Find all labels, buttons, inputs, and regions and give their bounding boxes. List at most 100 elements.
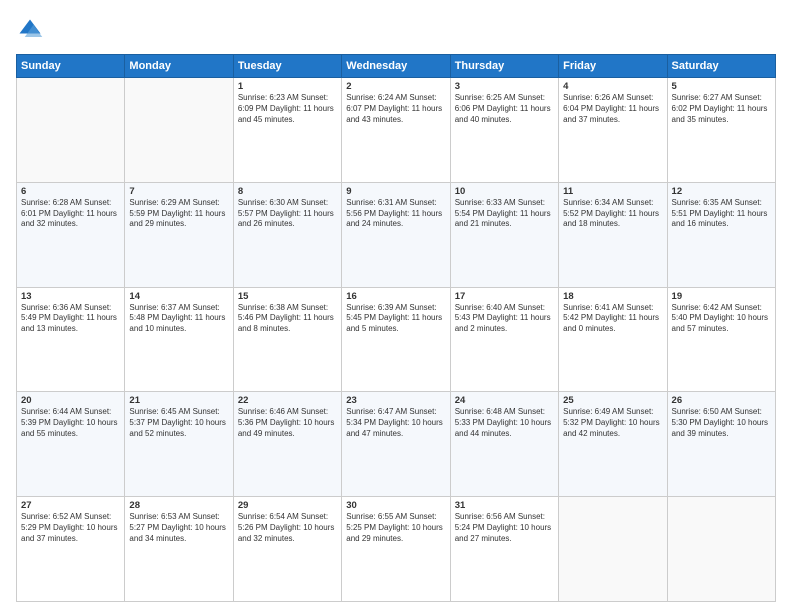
day-number: 20 xyxy=(21,395,120,406)
day-info: Sunrise: 6:55 AM Sunset: 5:25 PM Dayligh… xyxy=(346,512,445,544)
calendar-cell: 15Sunrise: 6:38 AM Sunset: 5:46 PM Dayli… xyxy=(233,287,341,392)
day-info: Sunrise: 6:33 AM Sunset: 5:54 PM Dayligh… xyxy=(455,198,554,230)
calendar-cell: 19Sunrise: 6:42 AM Sunset: 5:40 PM Dayli… xyxy=(667,287,775,392)
calendar-cell: 4Sunrise: 6:26 AM Sunset: 6:04 PM Daylig… xyxy=(559,78,667,183)
day-info: Sunrise: 6:27 AM Sunset: 6:02 PM Dayligh… xyxy=(672,93,771,125)
day-info: Sunrise: 6:54 AM Sunset: 5:26 PM Dayligh… xyxy=(238,512,337,544)
calendar-cell: 20Sunrise: 6:44 AM Sunset: 5:39 PM Dayli… xyxy=(17,392,125,497)
calendar-cell: 7Sunrise: 6:29 AM Sunset: 5:59 PM Daylig… xyxy=(125,182,233,287)
week-row-5: 27Sunrise: 6:52 AM Sunset: 5:29 PM Dayli… xyxy=(17,497,776,602)
header xyxy=(16,16,776,44)
header-day-tuesday: Tuesday xyxy=(233,55,341,78)
day-info: Sunrise: 6:44 AM Sunset: 5:39 PM Dayligh… xyxy=(21,407,120,439)
header-day-saturday: Saturday xyxy=(667,55,775,78)
calendar-body: 1Sunrise: 6:23 AM Sunset: 6:09 PM Daylig… xyxy=(17,78,776,602)
calendar-cell: 3Sunrise: 6:25 AM Sunset: 6:06 PM Daylig… xyxy=(450,78,558,183)
day-number: 26 xyxy=(672,395,771,406)
calendar-cell: 22Sunrise: 6:46 AM Sunset: 5:36 PM Dayli… xyxy=(233,392,341,497)
header-day-wednesday: Wednesday xyxy=(342,55,450,78)
day-info: Sunrise: 6:39 AM Sunset: 5:45 PM Dayligh… xyxy=(346,303,445,335)
calendar-cell: 31Sunrise: 6:56 AM Sunset: 5:24 PM Dayli… xyxy=(450,497,558,602)
day-info: Sunrise: 6:25 AM Sunset: 6:06 PM Dayligh… xyxy=(455,93,554,125)
day-number: 19 xyxy=(672,291,771,302)
day-info: Sunrise: 6:34 AM Sunset: 5:52 PM Dayligh… xyxy=(563,198,662,230)
calendar-cell: 6Sunrise: 6:28 AM Sunset: 6:01 PM Daylig… xyxy=(17,182,125,287)
calendar-cell: 13Sunrise: 6:36 AM Sunset: 5:49 PM Dayli… xyxy=(17,287,125,392)
week-row-4: 20Sunrise: 6:44 AM Sunset: 5:39 PM Dayli… xyxy=(17,392,776,497)
logo xyxy=(16,16,48,44)
day-info: Sunrise: 6:45 AM Sunset: 5:37 PM Dayligh… xyxy=(129,407,228,439)
day-number: 16 xyxy=(346,291,445,302)
header-day-friday: Friday xyxy=(559,55,667,78)
day-info: Sunrise: 6:52 AM Sunset: 5:29 PM Dayligh… xyxy=(21,512,120,544)
calendar-cell: 5Sunrise: 6:27 AM Sunset: 6:02 PM Daylig… xyxy=(667,78,775,183)
day-info: Sunrise: 6:38 AM Sunset: 5:46 PM Dayligh… xyxy=(238,303,337,335)
week-row-2: 6Sunrise: 6:28 AM Sunset: 6:01 PM Daylig… xyxy=(17,182,776,287)
header-row: SundayMondayTuesdayWednesdayThursdayFrid… xyxy=(17,55,776,78)
day-number: 2 xyxy=(346,81,445,92)
day-number: 5 xyxy=(672,81,771,92)
day-number: 23 xyxy=(346,395,445,406)
calendar-cell: 8Sunrise: 6:30 AM Sunset: 5:57 PM Daylig… xyxy=(233,182,341,287)
calendar-cell: 11Sunrise: 6:34 AM Sunset: 5:52 PM Dayli… xyxy=(559,182,667,287)
day-info: Sunrise: 6:48 AM Sunset: 5:33 PM Dayligh… xyxy=(455,407,554,439)
day-number: 6 xyxy=(21,186,120,197)
day-info: Sunrise: 6:42 AM Sunset: 5:40 PM Dayligh… xyxy=(672,303,771,335)
day-number: 12 xyxy=(672,186,771,197)
calendar-header: SundayMondayTuesdayWednesdayThursdayFrid… xyxy=(17,55,776,78)
day-info: Sunrise: 6:23 AM Sunset: 6:09 PM Dayligh… xyxy=(238,93,337,125)
day-number: 7 xyxy=(129,186,228,197)
day-number: 10 xyxy=(455,186,554,197)
week-row-1: 1Sunrise: 6:23 AM Sunset: 6:09 PM Daylig… xyxy=(17,78,776,183)
day-number: 28 xyxy=(129,500,228,511)
day-info: Sunrise: 6:53 AM Sunset: 5:27 PM Dayligh… xyxy=(129,512,228,544)
calendar-cell: 26Sunrise: 6:50 AM Sunset: 5:30 PM Dayli… xyxy=(667,392,775,497)
calendar-cell: 2Sunrise: 6:24 AM Sunset: 6:07 PM Daylig… xyxy=(342,78,450,183)
day-number: 27 xyxy=(21,500,120,511)
calendar-cell: 28Sunrise: 6:53 AM Sunset: 5:27 PM Dayli… xyxy=(125,497,233,602)
day-number: 24 xyxy=(455,395,554,406)
page: SundayMondayTuesdayWednesdayThursdayFrid… xyxy=(0,0,792,612)
day-info: Sunrise: 6:50 AM Sunset: 5:30 PM Dayligh… xyxy=(672,407,771,439)
calendar-cell xyxy=(667,497,775,602)
calendar-cell: 17Sunrise: 6:40 AM Sunset: 5:43 PM Dayli… xyxy=(450,287,558,392)
calendar-cell: 18Sunrise: 6:41 AM Sunset: 5:42 PM Dayli… xyxy=(559,287,667,392)
calendar-cell: 29Sunrise: 6:54 AM Sunset: 5:26 PM Dayli… xyxy=(233,497,341,602)
day-info: Sunrise: 6:56 AM Sunset: 5:24 PM Dayligh… xyxy=(455,512,554,544)
calendar-cell: 30Sunrise: 6:55 AM Sunset: 5:25 PM Dayli… xyxy=(342,497,450,602)
day-info: Sunrise: 6:31 AM Sunset: 5:56 PM Dayligh… xyxy=(346,198,445,230)
day-info: Sunrise: 6:46 AM Sunset: 5:36 PM Dayligh… xyxy=(238,407,337,439)
day-number: 21 xyxy=(129,395,228,406)
day-info: Sunrise: 6:36 AM Sunset: 5:49 PM Dayligh… xyxy=(21,303,120,335)
day-number: 18 xyxy=(563,291,662,302)
calendar-cell: 14Sunrise: 6:37 AM Sunset: 5:48 PM Dayli… xyxy=(125,287,233,392)
day-number: 8 xyxy=(238,186,337,197)
day-number: 15 xyxy=(238,291,337,302)
week-row-3: 13Sunrise: 6:36 AM Sunset: 5:49 PM Dayli… xyxy=(17,287,776,392)
calendar-cell: 10Sunrise: 6:33 AM Sunset: 5:54 PM Dayli… xyxy=(450,182,558,287)
day-info: Sunrise: 6:26 AM Sunset: 6:04 PM Dayligh… xyxy=(563,93,662,125)
calendar-cell: 12Sunrise: 6:35 AM Sunset: 5:51 PM Dayli… xyxy=(667,182,775,287)
day-number: 22 xyxy=(238,395,337,406)
day-info: Sunrise: 6:41 AM Sunset: 5:42 PM Dayligh… xyxy=(563,303,662,335)
calendar-cell: 21Sunrise: 6:45 AM Sunset: 5:37 PM Dayli… xyxy=(125,392,233,497)
day-number: 29 xyxy=(238,500,337,511)
day-info: Sunrise: 6:47 AM Sunset: 5:34 PM Dayligh… xyxy=(346,407,445,439)
day-info: Sunrise: 6:29 AM Sunset: 5:59 PM Dayligh… xyxy=(129,198,228,230)
day-number: 3 xyxy=(455,81,554,92)
header-day-monday: Monday xyxy=(125,55,233,78)
day-number: 31 xyxy=(455,500,554,511)
day-number: 14 xyxy=(129,291,228,302)
day-info: Sunrise: 6:24 AM Sunset: 6:07 PM Dayligh… xyxy=(346,93,445,125)
day-info: Sunrise: 6:28 AM Sunset: 6:01 PM Dayligh… xyxy=(21,198,120,230)
calendar-cell: 27Sunrise: 6:52 AM Sunset: 5:29 PM Dayli… xyxy=(17,497,125,602)
calendar-cell: 24Sunrise: 6:48 AM Sunset: 5:33 PM Dayli… xyxy=(450,392,558,497)
calendar-cell xyxy=(559,497,667,602)
calendar-cell: 25Sunrise: 6:49 AM Sunset: 5:32 PM Dayli… xyxy=(559,392,667,497)
calendar-cell: 16Sunrise: 6:39 AM Sunset: 5:45 PM Dayli… xyxy=(342,287,450,392)
day-info: Sunrise: 6:40 AM Sunset: 5:43 PM Dayligh… xyxy=(455,303,554,335)
calendar-cell xyxy=(125,78,233,183)
day-number: 25 xyxy=(563,395,662,406)
header-day-thursday: Thursday xyxy=(450,55,558,78)
calendar-cell xyxy=(17,78,125,183)
